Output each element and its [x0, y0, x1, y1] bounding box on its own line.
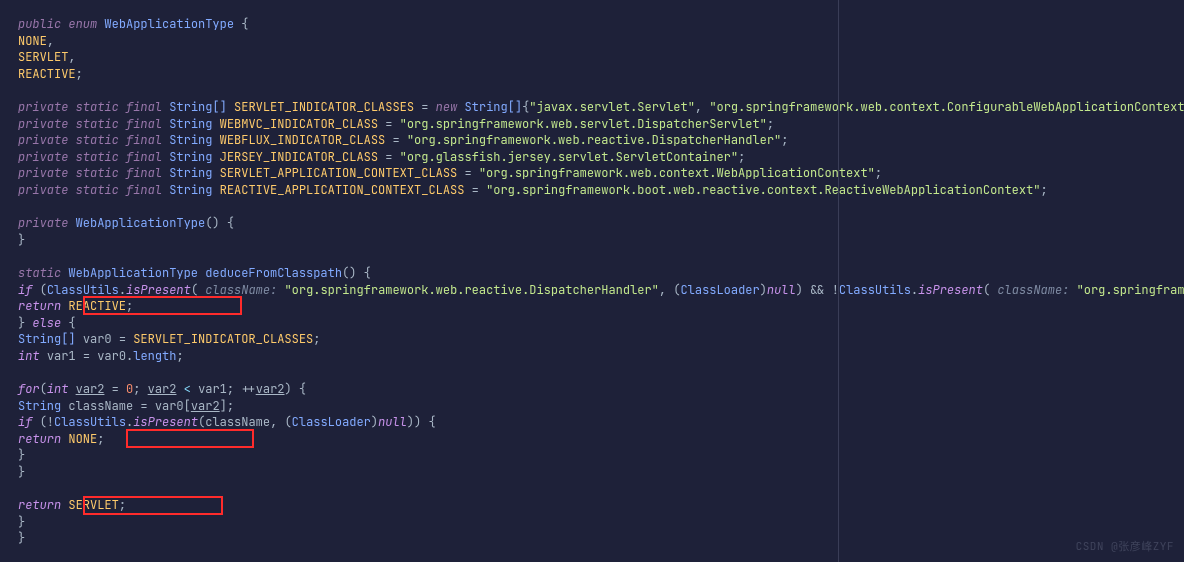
code-line: for(int var2 = 0; var2 < var1; ++var2) { [10, 381, 1184, 398]
highlight-box-none [126, 429, 254, 448]
highlight-box-reactive [83, 296, 242, 315]
code-line: String className = var0[var2]; [10, 398, 1184, 415]
code-line [10, 248, 1184, 265]
code-line: private WebApplicationType() { [10, 215, 1184, 232]
code-line: } [10, 514, 1184, 531]
code-line: private static final String WEBMVC_INDIC… [10, 116, 1184, 133]
code-line: } [10, 447, 1184, 464]
code-line: SERVLET, [10, 49, 1184, 66]
code-line [10, 199, 1184, 216]
highlight-box-servlet [83, 496, 223, 515]
code-line: } [10, 530, 1184, 547]
code-line: String[] var0 = SERVLET_INDICATOR_CLASSE… [10, 331, 1184, 348]
code-line: NONE, [10, 33, 1184, 50]
code-line: static WebApplicationType deduceFromClas… [10, 265, 1184, 282]
watermark: CSDN @张彦峰ZYF [1076, 539, 1174, 556]
code-line: int var1 = var0.length; [10, 348, 1184, 365]
code-line [10, 82, 1184, 99]
code-line: private static final String SERVLET_APPL… [10, 165, 1184, 182]
code-line: private static final String WEBFLUX_INDI… [10, 132, 1184, 149]
code-line: REACTIVE; [10, 66, 1184, 83]
code-line: } [10, 232, 1184, 249]
code-line: public enum WebApplicationType { [10, 16, 1184, 33]
code-line: private static final String REACTIVE_APP… [10, 182, 1184, 199]
code-line: } else { [10, 315, 1184, 332]
code-line: } [10, 464, 1184, 481]
code-line: private static final String JERSEY_INDIC… [10, 149, 1184, 166]
code-line [10, 481, 1184, 498]
code-editor[interactable]: public enum WebApplicationType { NONE, S… [0, 0, 1184, 562]
code-line [10, 364, 1184, 381]
code-line: private static final String[] SERVLET_IN… [10, 99, 1184, 116]
